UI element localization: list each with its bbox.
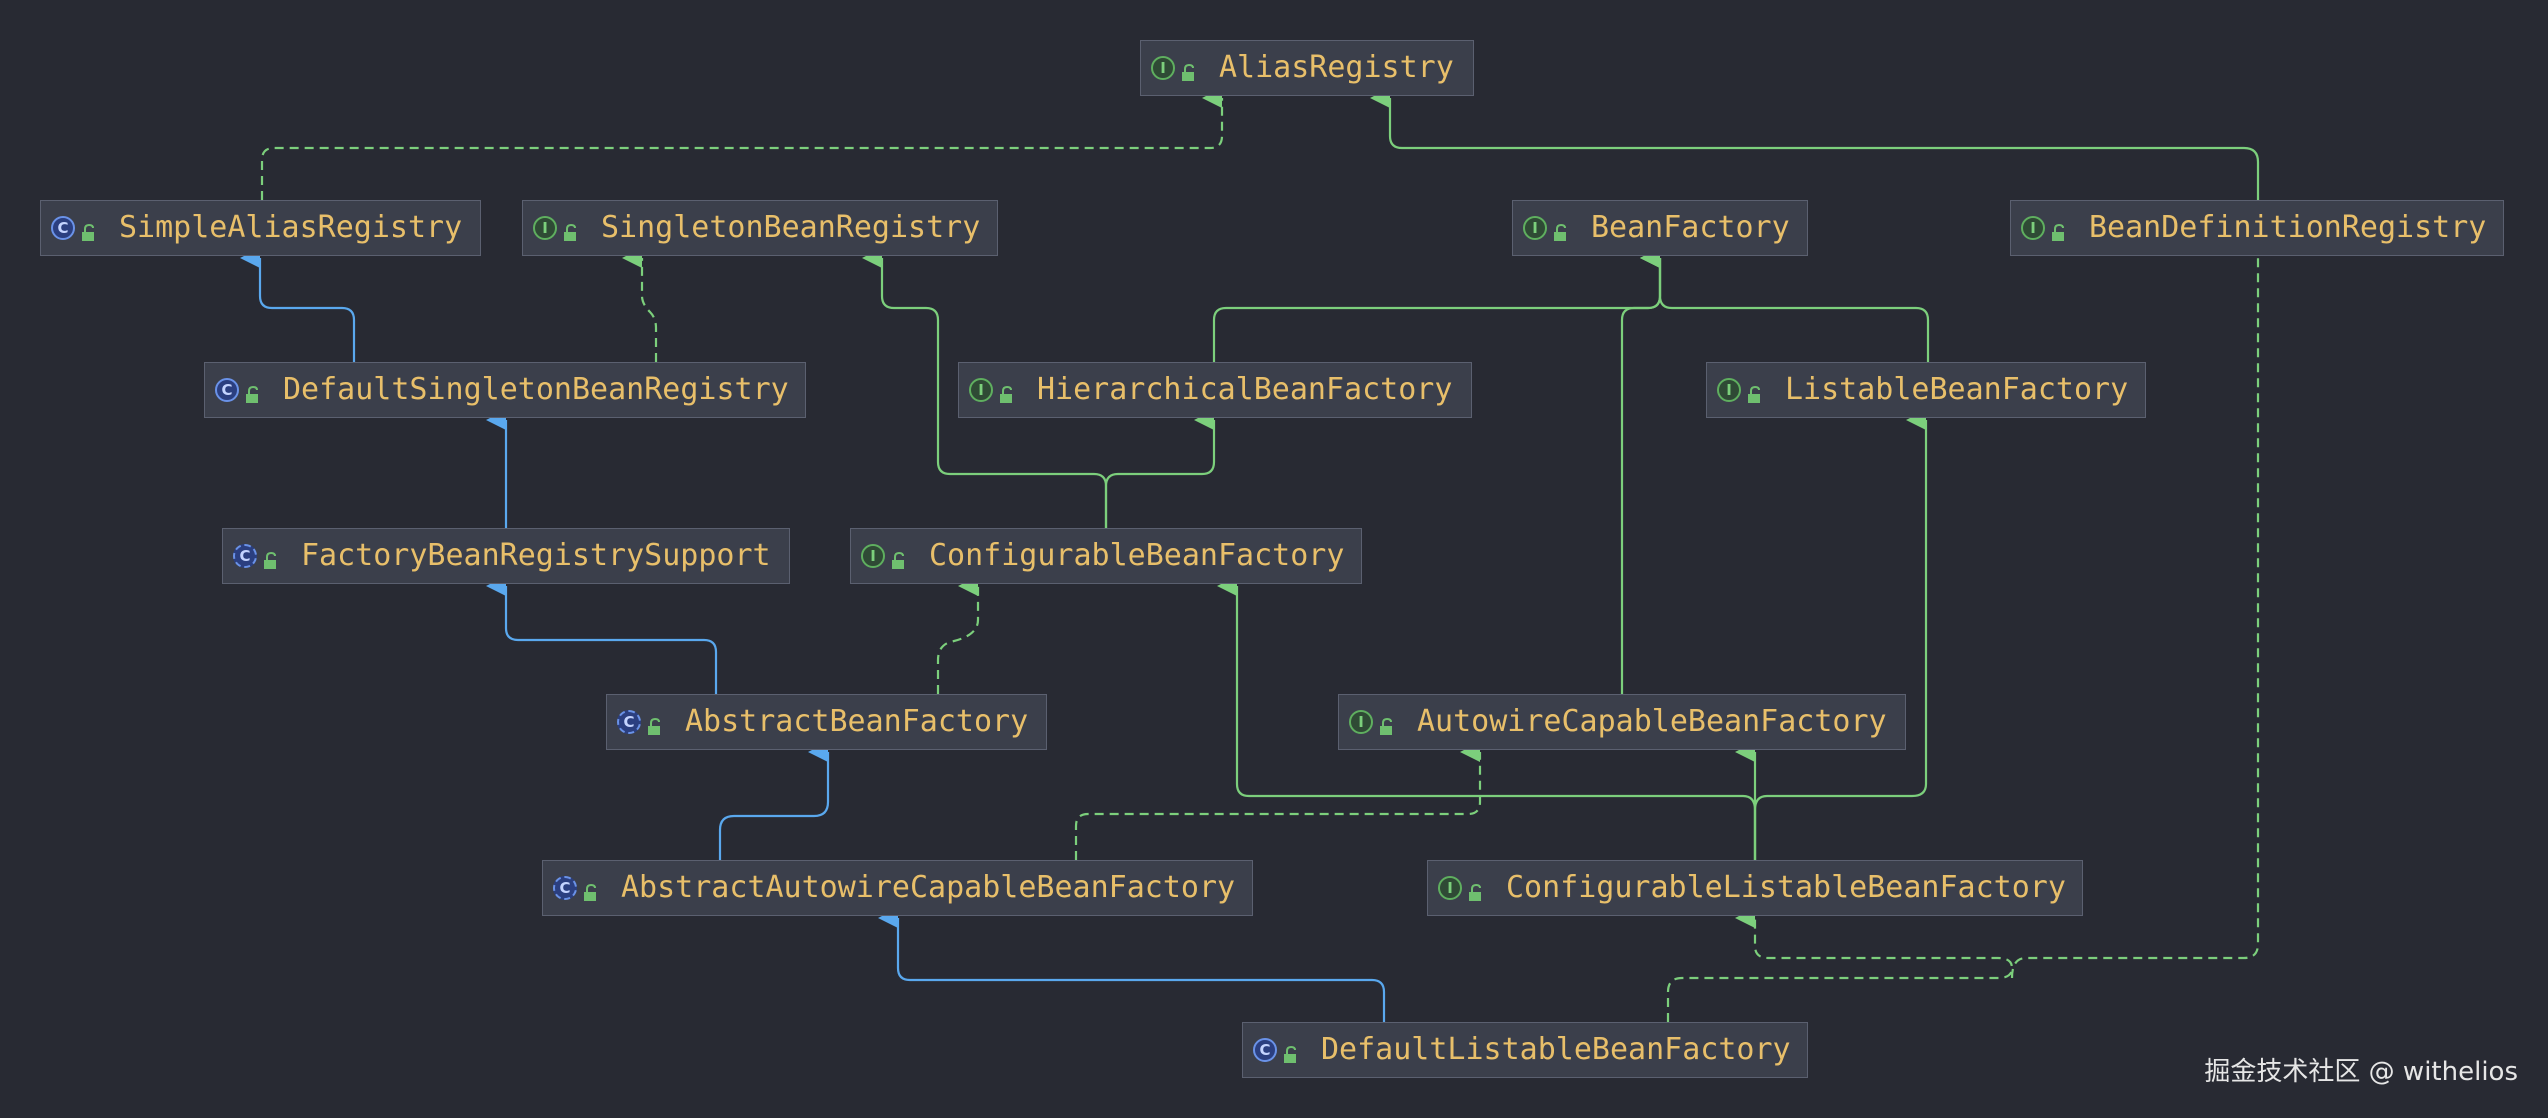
public-visibility-icon (79, 217, 101, 241)
public-visibility-icon (1179, 57, 1201, 81)
public-visibility-icon (2049, 217, 2071, 241)
public-visibility-icon (1377, 711, 1399, 735)
abstract-class-icon: C (617, 710, 641, 734)
node-label: DefaultListableBeanFactory (1321, 1032, 1791, 1067)
watermark: 掘金技术社区 @ withelios (2204, 1057, 2518, 1087)
node-bean-factory[interactable]: I BeanFactory (1512, 200, 1808, 256)
node-label: AutowireCapableBeanFactory (1417, 704, 1887, 739)
node-label: BeanDefinitionRegistry (2089, 210, 2487, 245)
abstract-class-icon: C (233, 544, 257, 568)
node-bean-definition-registry[interactable]: I BeanDefinitionRegistry (2010, 200, 2504, 256)
public-visibility-icon (997, 379, 1019, 403)
node-listable-bean-factory[interactable]: I ListableBeanFactory (1706, 362, 2146, 418)
public-visibility-icon (1745, 379, 1767, 403)
interface-icon: I (2021, 216, 2045, 240)
edge-default-singleton-bean-registry-to-singleton-bean-registry (622, 248, 658, 362)
class-icon: C (1253, 1038, 1277, 1062)
node-label: ConfigurableBeanFactory (929, 538, 1345, 573)
public-visibility-icon (1281, 1039, 1303, 1063)
node-hierarchical-bean-factory[interactable]: I HierarchicalBeanFactory (958, 362, 1472, 418)
edge-simple-alias-registry-to-alias-registry (260, 88, 1224, 200)
node-default-listable-bean-factory[interactable]: C DefaultListableBeanFactory (1242, 1022, 1808, 1078)
node-singleton-bean-registry[interactable]: I SingletonBeanRegistry (522, 200, 998, 256)
node-label: AbstractBeanFactory (685, 704, 1029, 739)
public-visibility-icon (1551, 217, 1573, 241)
abstract-class-icon: C (553, 876, 577, 900)
node-label: FactoryBeanRegistrySupport (301, 538, 771, 573)
public-visibility-icon (243, 379, 265, 403)
node-abstract-bean-factory[interactable]: C AbstractBeanFactory (606, 694, 1047, 750)
node-label: AbstractAutowireCapableBeanFactory (621, 870, 1236, 905)
node-label: HierarchicalBeanFactory (1037, 372, 1453, 407)
interface-icon: I (1438, 876, 1462, 900)
node-label: SingletonBeanRegistry (601, 210, 981, 245)
node-configurable-bean-factory[interactable]: I ConfigurableBeanFactory (850, 528, 1362, 584)
edge-bean-definition-registry-to-alias-registry (1370, 88, 2260, 200)
edge-abstract-bean-factory-to-factory-bean-registry-support (486, 576, 718, 694)
edge-abstract-autowire-capable-bean-factory-to-abstract-bean-factory (718, 742, 830, 860)
class-icon: C (215, 378, 239, 402)
interface-icon: I (1523, 216, 1547, 240)
public-visibility-icon (581, 877, 603, 901)
edge-autowire-capable-bean-factory-to-bean-factory (1620, 248, 1662, 694)
node-label: SimpleAliasRegistry (119, 210, 463, 245)
public-visibility-icon (889, 545, 911, 569)
interface-icon: I (1717, 378, 1741, 402)
node-label: BeanFactory (1591, 210, 1790, 245)
node-abstract-autowire-capable-bean-factory[interactable]: C AbstractAutowireCapableBeanFactory (542, 860, 1253, 916)
public-visibility-icon (1466, 877, 1488, 901)
node-configurable-listable-bean-factory[interactable]: I ConfigurableListableBeanFactory (1427, 860, 2083, 916)
edge-abstract-autowire-capable-bean-factory-to-autowire-capable-bean-factory (1074, 742, 1482, 860)
public-visibility-icon (561, 217, 583, 241)
public-visibility-icon (645, 711, 667, 735)
edge-listable-bean-factory-to-bean-factory (1640, 248, 1930, 362)
node-autowire-capable-bean-factory[interactable]: I AutowireCapableBeanFactory (1338, 694, 1906, 750)
node-label: DefaultSingletonBeanRegistry (283, 372, 789, 407)
interface-icon: I (1151, 56, 1175, 80)
interface-icon: I (533, 216, 557, 240)
interface-icon: I (1349, 710, 1373, 734)
interface-icon: I (861, 544, 885, 568)
node-label: ListableBeanFactory (1785, 372, 2129, 407)
node-label: AliasRegistry (1219, 50, 1454, 85)
public-visibility-icon (261, 545, 283, 569)
edge-abstract-bean-factory-to-configurable-bean-factory (936, 576, 980, 694)
node-alias-registry[interactable]: I AliasRegistry (1140, 40, 1474, 96)
edge-configurable-listable-bean-factory-to-autowire-capable-bean-factory (1753, 410, 1928, 860)
class-icon: C (51, 216, 75, 240)
node-label: ConfigurableListableBeanFactory (1506, 870, 2066, 905)
interface-icon: I (969, 378, 993, 402)
node-default-singleton-bean-registry[interactable]: C DefaultSingletonBeanRegistry (204, 362, 806, 418)
edge-hierarchical-bean-factory-to-bean-factory (1212, 248, 1662, 362)
edge-default-listable-bean-factory-to-abstract-autowire-capable-bean-factory (878, 908, 1386, 1022)
edge-default-singleton-bean-registry-to-simple-alias-registry (240, 248, 356, 362)
edge-configurable-bean-factory-to-hierarchical-bean-factory (1104, 410, 1216, 528)
edge-default-listable-bean-factory-to-configurable-listable-bean-factory (1666, 908, 2014, 1022)
node-simple-alias-registry[interactable]: C SimpleAliasRegistry (40, 200, 481, 256)
node-factory-bean-registry-support[interactable]: C FactoryBeanRegistrySupport (222, 528, 790, 584)
